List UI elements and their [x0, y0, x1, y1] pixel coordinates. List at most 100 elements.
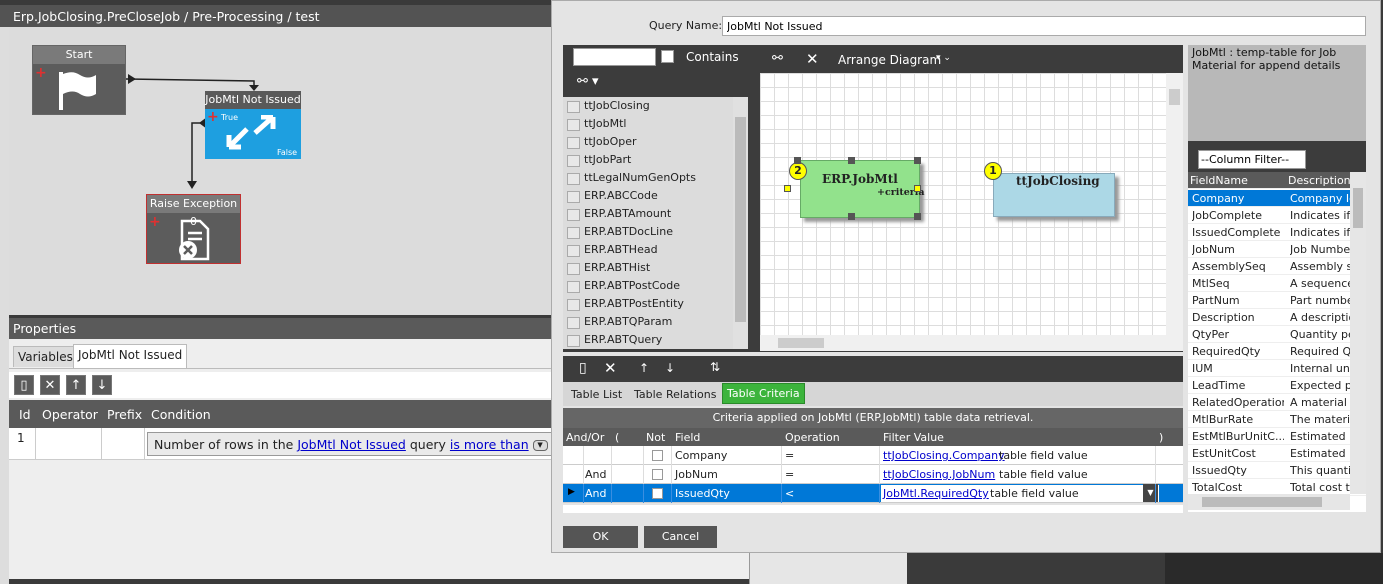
workflow-canvas[interactable]: Start + JobMtl Not Issued + True False R…: [9, 27, 554, 315]
field-row[interactable]: AssemblySeq Assembly s: [1188, 258, 1366, 275]
sort-icon[interactable]: ⇅: [710, 360, 720, 374]
resize-handle[interactable]: [848, 213, 855, 220]
ok-button[interactable]: OK: [563, 526, 638, 548]
field-row[interactable]: IssuedQty This quantit: [1188, 462, 1366, 479]
link-icon[interactable]: ⚯ ▾: [577, 74, 599, 89]
resize-handle[interactable]: [784, 185, 791, 192]
table-list-item[interactable]: ERP.ABTAmount: [563, 205, 733, 223]
arrange-diagram-button[interactable]: Arrange Diagram: [838, 53, 941, 67]
move-down-icon[interactable]: ↓: [665, 361, 675, 375]
field-row[interactable]: IssuedComplete Indicates if t: [1188, 224, 1366, 241]
tab-jobmtl-not-issued[interactable]: JobMtl Not Issued: [73, 344, 188, 368]
criteria-value-link[interactable]: JobMtl.RequiredQty: [883, 487, 989, 500]
resize-handle[interactable]: [914, 157, 921, 164]
new-icon[interactable]: ▯: [14, 375, 34, 395]
field-row[interactable]: EstMtlBurUnitC... Estimated M: [1188, 428, 1366, 445]
add-icon[interactable]: +: [35, 66, 47, 80]
table-list-item[interactable]: ERP.ABTHead: [563, 241, 733, 259]
move-down-icon[interactable]: ↓: [92, 375, 112, 395]
chevron-down-icon[interactable]: ▼: [532, 440, 548, 451]
delete-icon[interactable]: ✕: [40, 375, 60, 395]
field-row[interactable]: JobNum Job Number: [1188, 241, 1366, 258]
not-checkbox[interactable]: [652, 469, 663, 480]
criteria-row[interactable]: ▶ And IssuedQty < JobMtl.RequiredQty table fi…: [563, 484, 1183, 503]
field-row[interactable]: IUM Internal unit: [1188, 360, 1366, 377]
tab-table-criteria[interactable]: Table Criteria: [722, 383, 805, 404]
field-row[interactable]: MtlBurRate The materia: [1188, 411, 1366, 428]
scrollbar-thumb[interactable]: [1202, 497, 1322, 507]
table-ttjobclosing[interactable]: ttJobClosing: [993, 173, 1115, 217]
diagram-hscroll[interactable]: [760, 335, 1183, 351]
cond-operator-link[interactable]: is more than: [450, 437, 529, 452]
delete-icon[interactable]: ✕: [604, 359, 617, 377]
table-list-item[interactable]: ERP.ABCCode: [563, 187, 733, 205]
field-row[interactable]: QtyPer Quantity pe: [1188, 326, 1366, 343]
criteria-value-link[interactable]: ttJobClosing.JobNum: [883, 468, 995, 481]
cond-query-link[interactable]: JobMtl Not Issued: [297, 437, 406, 452]
column-grid-hscroll[interactable]: [1188, 494, 1350, 510]
scrollbar-thumb[interactable]: [778, 338, 824, 348]
criteria-row[interactable]: And JobNum = ttJobClosing.JobNum table field…: [563, 465, 1183, 484]
field-row[interactable]: LeadTime Expected pu: [1188, 377, 1366, 394]
column-grid[interactable]: FieldName Description Company Company Id J…: [1188, 172, 1366, 512]
table-jobmtl[interactable]: ERP.JobMtl +criteria: [800, 160, 925, 218]
tab-variables[interactable]: Variables: [13, 346, 78, 367]
table-list-item[interactable]: ttJobOper: [563, 133, 733, 151]
diagram-vscroll[interactable]: [1166, 73, 1183, 335]
row-indicator-icon: ▶: [568, 487, 575, 497]
table-list-scrollbar[interactable]: [733, 97, 748, 349]
link-icon[interactable]: ⚯: [772, 51, 783, 66]
cancel-button[interactable]: Cancel: [644, 526, 717, 548]
table-list-item[interactable]: ERP.ABTQuery: [563, 331, 733, 349]
scrollbar-thumb[interactable]: [735, 117, 746, 322]
table-list-item[interactable]: ERP.ABTDocLine: [563, 223, 733, 241]
query-name-input[interactable]: [722, 16, 1366, 36]
start-node[interactable]: Start +: [32, 45, 126, 115]
scrollbar-thumb[interactable]: [1169, 89, 1180, 105]
tab-table-list[interactable]: Table List: [571, 388, 622, 401]
table-list-item[interactable]: ERP.ABTQParam: [563, 313, 733, 331]
table-list-item[interactable]: ERP.ABTPostEntity: [563, 295, 733, 313]
field-row[interactable]: MtlSeq A sequence: [1188, 275, 1366, 292]
table-list-item[interactable]: ttLegalNumGenOpts: [563, 169, 733, 187]
col-filter-value: Filter Value: [883, 431, 944, 444]
field-row[interactable]: JobComplete Indicates if: [1188, 207, 1366, 224]
resize-handle[interactable]: [914, 185, 921, 192]
table-list-item[interactable]: ttJobPart: [563, 151, 733, 169]
move-up-icon[interactable]: ↑: [639, 361, 649, 375]
criteria-row[interactable]: Company = ttJobClosing.Company table field …: [563, 446, 1183, 465]
field-row[interactable]: Description A descriptio: [1188, 309, 1366, 326]
column-grid-scrollbar[interactable]: [1350, 172, 1366, 494]
criteria-value-link[interactable]: ttJobClosing.Company: [883, 449, 1005, 462]
field-row[interactable]: PartNum Part number: [1188, 292, 1366, 309]
query-diagram[interactable]: ERP.JobMtl +criteria 2 ttJobClosing 1: [760, 73, 1166, 335]
column-filter-input[interactable]: [1198, 150, 1306, 169]
contains-checkbox[interactable]: [661, 50, 674, 63]
table-search-input[interactable]: [573, 48, 656, 66]
table-list[interactable]: ttJobClosing ttJobMtl ttJobOper ttJobPart tt…: [563, 97, 748, 349]
delete-icon[interactable]: ✕: [806, 50, 819, 68]
scrollbar-thumb[interactable]: [1353, 188, 1363, 228]
resize-handle[interactable]: [794, 157, 801, 164]
tab-table-relations[interactable]: Table Relations: [634, 388, 716, 401]
table-list-item[interactable]: ttJobClosing: [563, 97, 733, 115]
resize-handle[interactable]: [914, 213, 921, 220]
field-row[interactable]: Company Company Id: [1188, 190, 1366, 207]
add-icon[interactable]: +: [149, 215, 161, 229]
new-icon[interactable]: ▯: [579, 360, 587, 376]
table-list-item[interactable]: ERP.ABTHist: [563, 259, 733, 277]
field-row[interactable]: EstUnitCost Estimated U: [1188, 445, 1366, 462]
move-up-icon[interactable]: ↑: [66, 375, 86, 395]
chevron-down-icon[interactable]: ▾ ⌄: [936, 53, 951, 63]
resize-handle[interactable]: [848, 157, 855, 164]
table-list-item[interactable]: ttJobMtl: [563, 115, 733, 133]
table-list-item[interactable]: ERP.ABTPostCode: [563, 277, 733, 295]
raise-exception-node[interactable]: Raise Exception 0 +: [146, 194, 241, 264]
not-checkbox[interactable]: [652, 450, 663, 461]
add-icon[interactable]: +: [207, 110, 219, 124]
not-checkbox[interactable]: [652, 488, 663, 499]
field-row[interactable]: RelatedOperation A material re: [1188, 394, 1366, 411]
condition-node[interactable]: JobMtl Not Issued + True False: [205, 91, 301, 159]
cell-divider: [1155, 446, 1156, 465]
field-row[interactable]: RequiredQty Required Q: [1188, 343, 1366, 360]
